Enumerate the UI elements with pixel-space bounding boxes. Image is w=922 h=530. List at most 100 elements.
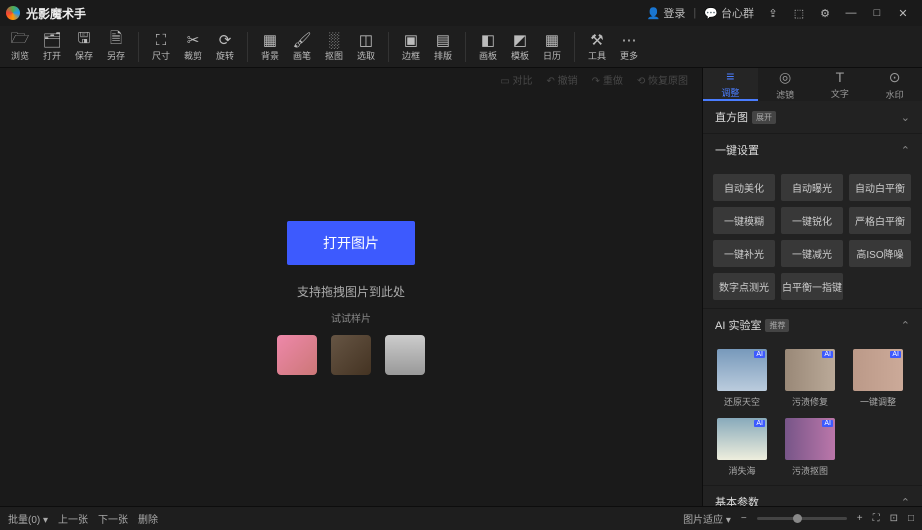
toolbar-calendar-icon[interactable]: ▦日历 [536,27,568,67]
login-link[interactable]: 👤 登录 [641,5,692,21]
ai-item[interactable]: AI消失海 [713,418,771,477]
preset-button[interactable]: 一键补光 [713,240,775,267]
feedback-link[interactable]: 💬 台心群 [698,5,760,21]
zoom-fit-icon[interactable]: ⛶ [873,513,880,524]
tab-水印[interactable]: ⊙水印 [867,68,922,101]
sample-image[interactable] [277,335,317,375]
drag-hint: 支持拖拽图片到此处 [297,283,405,300]
canvas-controls: ▭ 对比 ↶ 撤销 ↷ 重做 ⟲ 恢复原图 [0,68,702,90]
trial-label: 试试样片 [331,310,371,325]
zoom-full-icon[interactable]: □ [908,513,914,524]
chevron-down-icon: ⌄ [901,111,910,124]
save-icon: 🖫 [78,31,91,49]
sidebar-tabs: ≡调整◎滤镜T文字⊙水印 [703,68,922,101]
reset-button[interactable]: ⟲ 恢复原图 [637,72,688,87]
settings-icon[interactable]: ⚙ [812,0,838,26]
delete-button[interactable]: 删除 [138,511,158,526]
ai-item[interactable]: AI还原天空 [713,349,771,408]
compare-toggle[interactable]: ▭ 对比 [500,72,532,87]
preset-button[interactable]: 自动白平衡 [849,174,911,201]
watermark-icon: ⊙ [889,69,901,86]
preset-button[interactable]: 自动美化 [713,174,775,201]
batch-button[interactable]: 批量(0) ▾ [8,511,48,526]
undo-button[interactable]: ↶ 撤销 [546,72,577,87]
open-image-button[interactable]: 打开图片 [287,221,415,265]
histogram-header[interactable]: 直方图 展开 ⌄ [703,101,922,133]
basic-header[interactable]: 基本参数 ⌃ [703,486,922,506]
tab-文字[interactable]: T文字 [813,68,868,101]
toolbar-save-icon[interactable]: 🖫保存 [68,27,100,67]
ai-thumbnail: AI [785,418,835,460]
fit-button[interactable]: 图片适应 ▾ [683,511,731,526]
toolbar-erase-icon[interactable]: ░抠图 [318,27,350,67]
grid-icon: ▦ [263,31,277,49]
chevron-up-icon: ⌃ [901,144,910,157]
ai-item[interactable]: AI污渍修复 [781,349,839,408]
right-sidebar: ≡调整◎滤镜T文字⊙水印 直方图 展开 ⌄ 一键设置 ⌃ 自动美化自动曝光自动白… [702,68,922,506]
toolbar-crop-icon[interactable]: ✂裁剪 [177,27,209,67]
toolbar-more-icon[interactable]: ⋯更多 [613,27,645,67]
preset-button[interactable]: 一键锐化 [781,207,843,234]
ai-thumbnail: AI [717,349,767,391]
calendar-icon: ▦ [545,31,559,49]
preset-button[interactable]: 一键模糊 [713,207,775,234]
ai-item[interactable]: AI污渍抠图 [781,418,839,477]
toolbar-panel-icon[interactable]: ◧画板 [472,27,504,67]
ai-thumbnail: AI [853,349,903,391]
adjust-icon: ≡ [726,68,734,84]
toolbar-select-icon[interactable]: ◫选取 [350,27,382,67]
prev-button[interactable]: 上一张 [58,511,88,526]
titlebar: 光影魔术手 👤 登录 | 💬 台心群 ⇪ ⬚ ⚙ — □ ✕ [0,0,922,26]
tab-调整[interactable]: ≡调整 [703,68,758,101]
preset-button[interactable]: 一键减光 [781,240,843,267]
ai-item[interactable]: AI一键调整 [849,349,907,408]
minimize-icon[interactable]: — [838,0,864,26]
layout-icon: ▤ [436,31,450,49]
sample-image[interactable] [331,335,371,375]
redo-button[interactable]: ↷ 重做 [592,72,623,87]
folder-open-icon: 🗁 [11,31,30,49]
toolbar-tools-icon[interactable]: ⚒工具 [581,27,613,67]
plugin-icon[interactable]: ⬚ [786,0,812,26]
toolbar-brush-icon[interactable]: 🖌画笔 [286,27,318,67]
maximize-icon[interactable]: □ [864,0,890,26]
open-icon: 🗂 [42,31,61,49]
app-logo [6,6,20,20]
preset-button[interactable]: 高ISO降噪 [849,240,911,267]
zoom-in-icon[interactable]: + [857,513,863,524]
preset-button[interactable]: 自动曝光 [781,174,843,201]
chevron-up-icon: ⌃ [901,496,910,507]
toolbar-resize-icon[interactable]: ⛶尺寸 [145,27,177,67]
toolbar-folder-open-icon[interactable]: 🗁浏览 [4,27,36,67]
statusbar: 批量(0) ▾ 上一张 下一张 删除 图片适应 ▾ − + ⛶ ⊡ □ [0,506,922,530]
toolbar-layout-icon[interactable]: ▤排版 [427,27,459,67]
toolbar-rotate-icon[interactable]: ⟳旋转 [209,27,241,67]
toolbar-border-icon[interactable]: ▣边框 [395,27,427,67]
share-icon[interactable]: ⇪ [760,0,786,26]
histogram-section: 直方图 展开 ⌄ [703,101,922,134]
zoom-out-icon[interactable]: − [741,513,747,524]
toolbar-save-as-icon[interactable]: 🗎另存 [100,27,132,67]
chevron-up-icon: ⌃ [901,319,910,332]
erase-icon: ░ [329,31,340,49]
ai-header[interactable]: AI 实验室 推荐 ⌃ [703,309,922,341]
app-title: 光影魔术手 [26,5,86,22]
zoom-actual-icon[interactable]: ⊡ [890,513,898,524]
preset-button[interactable]: 严格白平衡 [849,207,911,234]
close-icon[interactable]: ✕ [890,0,916,26]
preset-button[interactable]: 数字点测光 [713,273,775,300]
sample-image[interactable] [385,335,425,375]
toolbar-open-icon[interactable]: 🗂打开 [36,27,68,67]
next-button[interactable]: 下一张 [98,511,128,526]
ai-section: AI 实验室 推荐 ⌃ AI还原天空AI污渍修复AI一键调整 AI消失海AI污渍抠… [703,309,922,486]
zoom-slider[interactable] [757,517,847,520]
quick-header[interactable]: 一键设置 ⌃ [703,134,922,166]
more-icon: ⋯ [622,31,637,49]
select-icon: ◫ [359,31,373,49]
tab-滤镜[interactable]: ◎滤镜 [758,68,813,101]
resize-icon: ⛶ [156,31,167,49]
border-icon: ▣ [404,31,418,49]
toolbar-grid-icon[interactable]: ▦背景 [254,27,286,67]
preset-button[interactable]: 白平衡一指键 [781,273,843,300]
toolbar-template-icon[interactable]: ◩模板 [504,27,536,67]
